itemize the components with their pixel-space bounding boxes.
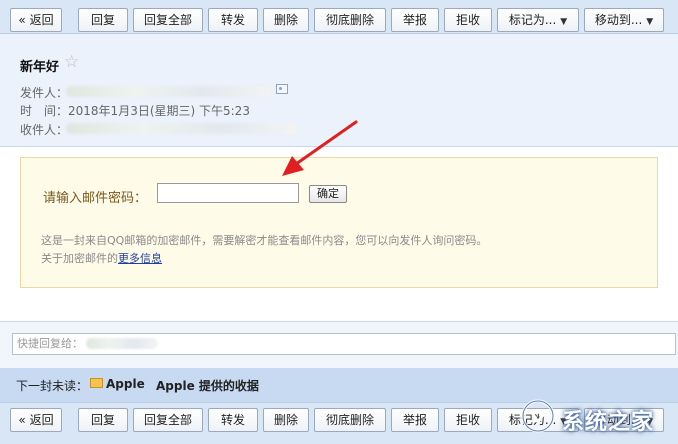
back-button[interactable]: « 返回 [10,408,62,432]
next-unread-sender[interactable]: Apple [106,377,145,391]
watermark-logo-icon [521,399,555,433]
quick-reply-area: 快捷回复给： [0,321,678,368]
next-unread-label: 下一封未读： [16,379,89,393]
reply-button[interactable]: 回复 [78,408,128,432]
watermark-text: 系统之家 [562,410,655,435]
quick-reply-label: 快捷回复给： [17,337,83,350]
envelope-icon [90,378,103,388]
report-button[interactable]: 举报 [391,408,439,432]
delete-button[interactable]: 删除 [263,408,309,432]
delete-permanent-button[interactable]: 彻底删除 [314,408,386,432]
reject-button[interactable]: 拒收 [444,408,492,432]
next-unread-subject[interactable]: Apple 提供的收据 [156,377,259,394]
site-watermark: 系统之家 [508,394,678,440]
forward-button[interactable]: 转发 [208,408,258,432]
reply-all-button[interactable]: 回复全部 [133,408,203,432]
reply-recipient-redacted [86,338,158,349]
